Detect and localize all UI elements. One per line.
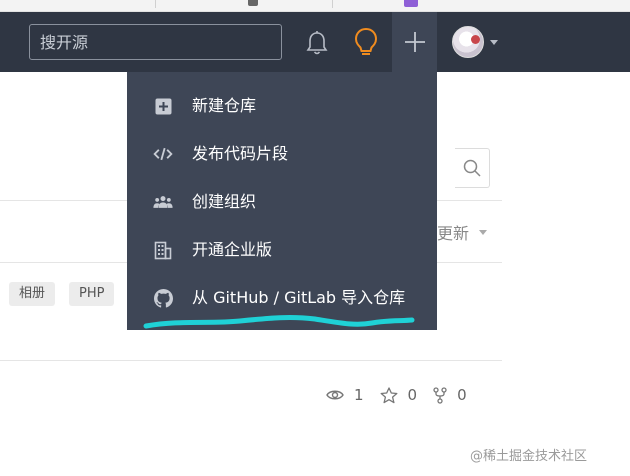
fork-count-value: 0 bbox=[457, 386, 467, 404]
building-icon bbox=[153, 240, 173, 260]
repo-tag[interactable]: PHP bbox=[69, 282, 115, 306]
eye-icon bbox=[326, 390, 344, 400]
plus-square-icon bbox=[153, 96, 173, 116]
create-new-button[interactable] bbox=[392, 12, 437, 72]
repo-search-button[interactable] bbox=[455, 148, 490, 188]
sort-label: 更新 bbox=[437, 224, 470, 243]
search-input[interactable] bbox=[29, 24, 282, 60]
notification-bell-icon[interactable] bbox=[301, 28, 333, 58]
menu-item-publish-snippet[interactable]: 发布代码片段 bbox=[127, 130, 437, 178]
lightbulb-icon[interactable] bbox=[350, 26, 382, 58]
star-count-value: 0 bbox=[407, 386, 418, 404]
menu-item-label: 创建组织 bbox=[192, 192, 257, 211]
menu-item-label: 开通企业版 bbox=[192, 240, 273, 259]
avatar[interactable] bbox=[452, 26, 484, 58]
highlight-underline-annotation bbox=[143, 315, 415, 329]
tab-favicon[interactable] bbox=[404, 0, 418, 7]
menu-item-label: 发布代码片段 bbox=[192, 144, 289, 163]
github-icon bbox=[153, 288, 173, 308]
fork-count[interactable]: 0 bbox=[433, 386, 467, 404]
repo-stats: 1 0 0 bbox=[326, 385, 486, 405]
browser-tab-strip bbox=[0, 0, 630, 12]
chevron-down-icon bbox=[479, 229, 488, 235]
divider bbox=[0, 360, 502, 361]
repo-tag[interactable]: 相册 bbox=[9, 282, 56, 306]
chevron-down-icon bbox=[490, 39, 498, 45]
menu-item-label: 新建仓库 bbox=[192, 96, 257, 115]
fork-icon bbox=[433, 386, 447, 404]
sort-dropdown[interactable]: 更新 bbox=[437, 220, 488, 244]
tab-divider bbox=[332, 0, 333, 8]
user-menu[interactable] bbox=[450, 26, 500, 58]
watch-count[interactable]: 1 bbox=[326, 386, 364, 404]
star-icon bbox=[380, 386, 397, 403]
tab-favicon[interactable] bbox=[248, 0, 258, 6]
users-icon bbox=[153, 192, 173, 212]
tab-divider bbox=[155, 0, 156, 8]
menu-item-create-org[interactable]: 创建组织 bbox=[127, 178, 437, 226]
star-count[interactable]: 0 bbox=[380, 386, 418, 404]
watermark: @稀土掘金技术社区 bbox=[470, 449, 588, 464]
plus-icon bbox=[404, 32, 425, 52]
menu-item-new-repo[interactable]: 新建仓库 bbox=[127, 82, 437, 130]
watch-count-value: 1 bbox=[354, 386, 364, 404]
create-new-dropdown: 新建仓库 发布代码片段 创建组织 开通企业版 从 GitHub / GitLab… bbox=[127, 72, 437, 330]
top-navbar bbox=[0, 12, 630, 72]
search-icon bbox=[463, 159, 481, 177]
menu-item-enterprise[interactable]: 开通企业版 bbox=[127, 226, 437, 274]
code-icon bbox=[153, 144, 173, 164]
